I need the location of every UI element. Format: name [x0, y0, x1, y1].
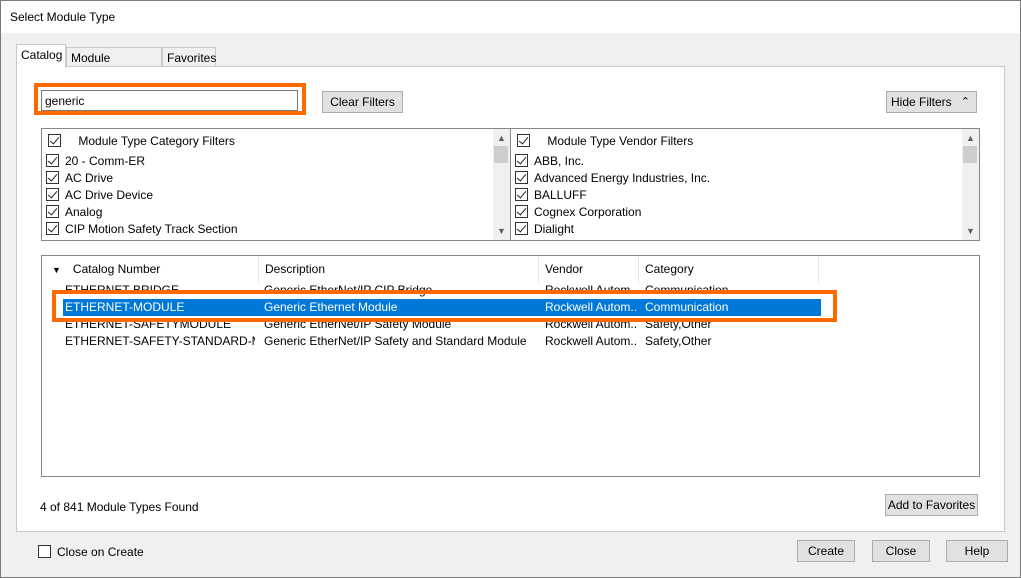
scroll-down-icon[interactable]: ▼ — [962, 224, 979, 238]
category-filter-item[interactable]: AC Drive — [46, 170, 113, 187]
column-header-description[interactable]: Description — [259, 256, 539, 283]
scroll-up-icon[interactable]: ▲ — [493, 131, 510, 145]
vendor-filter-list[interactable]: Module Type Vendor Filters ABB, Inc. Adv… — [510, 128, 980, 241]
title-bar: Select Module Type — [1, 1, 1020, 33]
category-filter-item[interactable]: CIP Motion Safety Track Section — [46, 221, 238, 238]
scroll-thumb[interactable] — [494, 146, 508, 163]
window-title: Select Module Type — [10, 10, 116, 24]
select-all-vendor-checkbox[interactable] — [517, 134, 530, 148]
search-input[interactable] — [41, 90, 298, 111]
tab-catalog[interactable]: Catalog — [16, 44, 66, 68]
vendor-filter-item[interactable]: Cognex Corporation — [515, 204, 641, 221]
checkbox[interactable] — [46, 222, 59, 236]
table-row[interactable]: ETHERNET-SAFETYMODULE Generic EtherNet/I… — [42, 316, 822, 333]
table-row-selected[interactable]: ETHERNET-MODULE Generic Ethernet Module … — [63, 299, 821, 316]
checkbox[interactable] — [515, 154, 528, 168]
checkbox[interactable] — [515, 205, 528, 219]
select-module-type-dialog: Select Module Type Catalog Module Discov… — [0, 0, 1021, 578]
vendor-filter-header: Module Type Vendor Filters — [517, 133, 693, 150]
checkbox[interactable] — [515, 171, 528, 185]
checkbox[interactable] — [38, 545, 51, 559]
results-count: 4 of 841 Module Types Found — [40, 500, 199, 514]
scroll-thumb[interactable] — [963, 146, 977, 163]
clear-filters-button[interactable]: Clear Filters — [322, 91, 403, 113]
table-row[interactable]: ETHERNET-SAFETY-STANDARD-M... Generic Et… — [42, 333, 822, 350]
double-chevron-up-icon: ⌃ — [960, 96, 970, 108]
scroll-down-icon[interactable]: ▼ — [493, 224, 510, 238]
category-filter-header: Module Type Category Filters — [48, 133, 235, 150]
category-filter-scrollbar[interactable]: ▲ ▼ — [493, 129, 510, 240]
hide-filters-button[interactable]: Hide Filters ⌃ — [886, 91, 977, 113]
column-header-category[interactable]: Category — [639, 256, 819, 283]
tab-module-discovery[interactable]: Module Discovery — [66, 47, 162, 79]
category-filter-item[interactable]: Analog — [46, 204, 102, 221]
checkbox[interactable] — [46, 154, 59, 168]
column-header-catalog-number[interactable]: ▼ Catalog Number — [42, 256, 259, 283]
select-all-category-checkbox[interactable] — [48, 134, 61, 148]
checkbox[interactable] — [46, 171, 59, 185]
grid-header: ▼ Catalog Number Description Vendor Categ… — [42, 256, 979, 283]
vendor-filter-item[interactable]: Dialight — [515, 221, 574, 238]
close-on-create-checkbox[interactable]: Close on Create — [38, 545, 144, 559]
checkbox[interactable] — [46, 205, 59, 219]
vendor-filter-item[interactable]: BALLUFF — [515, 187, 587, 204]
add-to-favorites-button[interactable]: Add to Favorites — [885, 494, 978, 516]
scroll-up-icon[interactable]: ▲ — [962, 131, 979, 145]
create-button[interactable]: Create — [797, 540, 855, 562]
column-header-vendor[interactable]: Vendor — [539, 256, 639, 283]
checkbox[interactable] — [46, 188, 59, 202]
sort-descending-icon: ▼ — [52, 265, 61, 275]
vendor-filter-item[interactable]: Advanced Energy Industries, Inc. — [515, 170, 710, 187]
category-filter-item[interactable]: 20 - Comm-ER — [46, 153, 145, 170]
category-filter-item[interactable]: AC Drive Device — [46, 187, 153, 204]
table-row[interactable]: ETHERNET-BRIDGE Generic EtherNet/IP CIP … — [42, 282, 822, 299]
vendor-filter-scrollbar[interactable]: ▲ ▼ — [962, 129, 979, 240]
category-filter-list[interactable]: Module Type Category Filters 20 - Comm-E… — [41, 128, 511, 241]
close-button[interactable]: Close — [872, 540, 930, 562]
help-button[interactable]: Help — [946, 540, 1008, 562]
checkbox[interactable] — [515, 222, 528, 236]
vendor-filter-item[interactable]: ABB, Inc. — [515, 153, 584, 170]
module-type-grid[interactable]: ▼ Catalog Number Description Vendor Categ… — [41, 255, 980, 477]
tab-favorites[interactable]: Favorites — [162, 47, 216, 68]
checkbox[interactable] — [515, 188, 528, 202]
